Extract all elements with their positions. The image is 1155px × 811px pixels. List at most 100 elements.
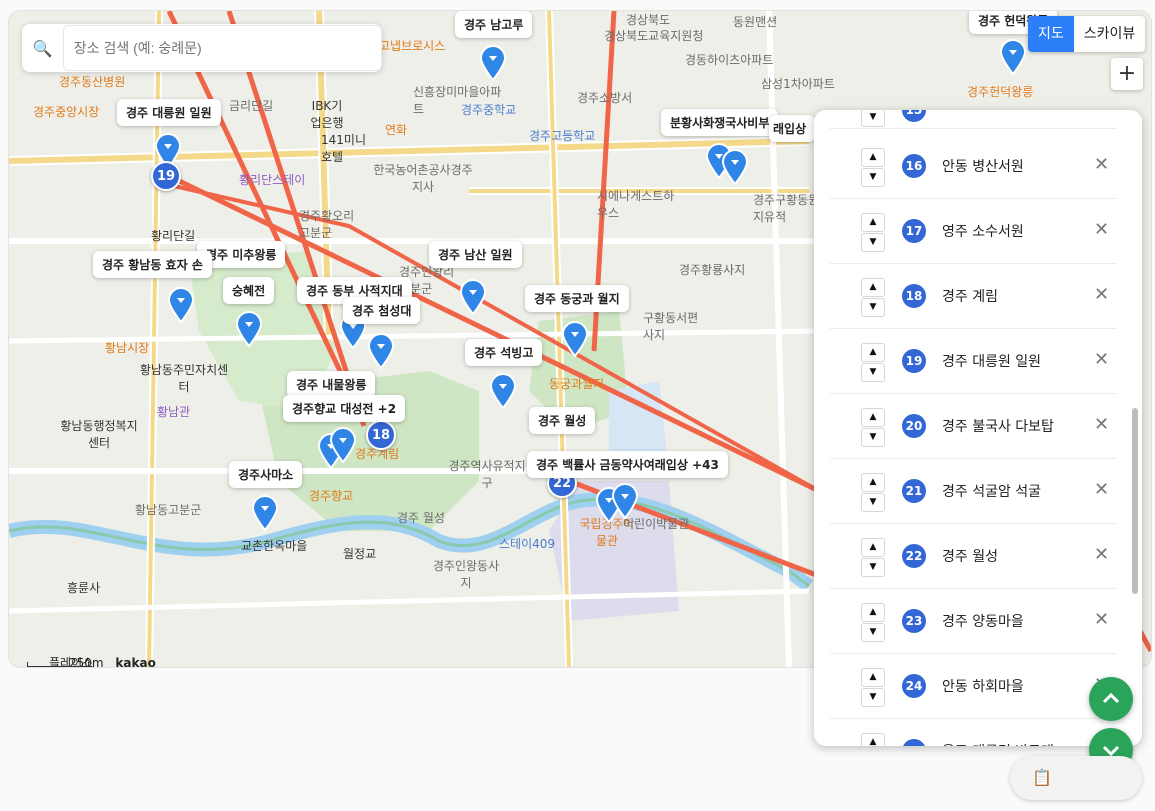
itinerary-place-name: 경주 불국사 다보탑 <box>942 419 1054 435</box>
place-callout[interactable]: 경주 첨성대 <box>343 297 421 324</box>
move-down-button[interactable]: ▼ <box>861 110 885 127</box>
remove-icon[interactable]: ✕ <box>1094 154 1109 175</box>
scale-bar <box>27 662 89 667</box>
itinerary-number: 19 <box>902 349 926 373</box>
itinerary-row: ▲ ▼ 16 안동 병산서원 ✕ <box>830 134 1116 199</box>
move-up-button[interactable]: ▲ <box>861 538 885 557</box>
place-callout[interactable]: 경주 황남동 효자 손 <box>93 251 212 278</box>
place-callout[interactable]: 경주 대릉원 일원 <box>117 99 221 126</box>
location-pin-icon[interactable] <box>235 311 263 347</box>
itinerary-number: 17 <box>902 219 926 243</box>
itinerary-place-name: 경주 계림 <box>942 289 998 305</box>
itinerary-row: ▲ ▼ 22 경주 월성 ✕ <box>830 524 1116 589</box>
remove-icon[interactable]: ✕ <box>1094 609 1109 630</box>
itinerary-number: 15 <box>902 110 926 122</box>
itinerary-number: 24 <box>902 674 926 698</box>
location-pin-icon[interactable] <box>329 427 357 463</box>
route-number-pin[interactable]: 18 <box>366 420 396 450</box>
location-pin-icon[interactable] <box>561 321 589 357</box>
zoom-in-button[interactable]: + <box>1111 58 1143 90</box>
itinerary-place-name: 경주 대릉원 일원 <box>942 354 1042 370</box>
itinerary-row: ▲ ▼ 21 경주 석굴암 석굴 ✕ <box>830 459 1116 524</box>
move-up-button[interactable]: ▲ <box>861 213 885 232</box>
place-callout[interactable]: 경주사마소 <box>229 461 303 488</box>
move-down-button[interactable]: ▼ <box>861 558 885 577</box>
place-callout[interactable]: 경주 동궁과 월지 <box>525 285 629 312</box>
remove-icon[interactable]: ✕ <box>1094 219 1109 240</box>
itinerary-row: ▲ ▼ 19 경주 대릉원 일원 ✕ <box>830 329 1116 394</box>
map-scale: 플레이스 250m kakao <box>27 654 156 668</box>
itinerary-number: 16 <box>902 154 926 178</box>
move-up-button[interactable]: ▲ <box>861 278 885 297</box>
move-up-button[interactable]: ▲ <box>861 343 885 362</box>
location-pin-icon[interactable] <box>721 149 749 185</box>
map-type-map-button[interactable]: 지도 <box>1028 16 1074 52</box>
remove-icon[interactable]: ✕ <box>1094 284 1109 305</box>
itinerary-number: 21 <box>902 479 926 503</box>
list-toggle-button[interactable]: 📋 <box>1010 756 1142 800</box>
search-icon[interactable]: 🔍 <box>22 39 63 58</box>
move-down-button[interactable]: ▼ <box>861 363 885 382</box>
move-down-button[interactable]: ▼ <box>861 233 885 252</box>
place-callout[interactable]: 래입상 <box>769 115 816 142</box>
move-down-button[interactable]: ▼ <box>861 623 885 642</box>
itinerary-place-name: 경주 석굴암 석굴 <box>942 484 1042 500</box>
location-pin-icon[interactable] <box>999 39 1027 75</box>
itinerary-row: ▲ ▼ 17 영주 소수서원 ✕ <box>830 199 1116 264</box>
clipboard-icon: 📋 <box>1032 768 1052 787</box>
route-number-pin[interactable]: 19 <box>151 161 181 191</box>
remove-icon[interactable]: ✕ <box>1094 349 1109 370</box>
move-up-button[interactable]: ▲ <box>861 148 885 167</box>
itinerary-row: ▲ ▼ 23 경주 양동마을 ✕ <box>830 589 1116 654</box>
itinerary-number: 20 <box>902 414 926 438</box>
place-callout[interactable]: 경주 석빙고 <box>465 339 543 366</box>
move-down-button[interactable]: ▼ <box>861 298 885 317</box>
location-pin-icon[interactable] <box>489 373 517 409</box>
itinerary-row: ▲▼24안동 하회마을✕ <box>830 654 1116 719</box>
remove-icon[interactable]: ✕ <box>1094 479 1109 500</box>
search-box: 🔍 <box>22 24 382 72</box>
move-up-button[interactable]: ▲ <box>861 473 885 492</box>
itinerary-number: 22 <box>902 544 926 568</box>
location-pin-icon[interactable] <box>479 45 507 81</box>
itinerary-row: ▼ 15 <box>830 110 1116 129</box>
place-callout[interactable]: 경주 남산 일원 <box>429 241 522 268</box>
move-down-button[interactable]: ▼ <box>861 493 885 512</box>
itinerary-place-name: 울주 대곡리 반구대 <box>942 741 1054 746</box>
place-callout[interactable]: 분황사화쟁국사비부 <box>661 109 779 136</box>
move-down-button[interactable]: ▼ <box>861 688 885 707</box>
location-pin-icon[interactable] <box>251 495 279 531</box>
place-callout[interactable]: 경주 내물왕릉 <box>287 371 376 398</box>
map-type-skyview-button[interactable]: 스카이뷰 <box>1074 16 1146 52</box>
move-up-button[interactable]: ▲ <box>861 733 885 746</box>
itinerary-number: 23 <box>902 609 926 633</box>
itinerary-place-name: 경주 양동마을 <box>942 614 1024 630</box>
place-callout[interactable]: 경주 월성 <box>529 407 596 434</box>
map-provider-logo: kakao <box>115 656 156 668</box>
scroll-up-button[interactable] <box>1089 677 1133 721</box>
move-down-button[interactable]: ▼ <box>861 168 885 187</box>
location-pin-icon[interactable] <box>167 287 195 323</box>
itinerary-row: ▲ ▼ 18 경주 계림 ✕ <box>830 264 1116 329</box>
place-callout[interactable]: 경주향교 대성전 +2 <box>283 395 406 422</box>
place-callout[interactable]: 경주 남고루 <box>455 11 533 38</box>
panel-scrollbar[interactable] <box>1132 408 1138 594</box>
move-down-button[interactable]: ▼ <box>861 428 885 447</box>
search-input[interactable] <box>62 25 382 71</box>
remove-icon[interactable]: ✕ <box>1094 414 1109 435</box>
place-callout[interactable]: 경주 백률사 금동약사여래입상 +43 <box>527 451 728 478</box>
location-pin-icon[interactable] <box>367 333 395 369</box>
itinerary-place-name: 안동 하회마을 <box>942 679 1024 695</box>
itinerary-number: 25 <box>902 739 926 746</box>
move-up-button[interactable]: ▲ <box>861 408 885 427</box>
itinerary-row: ▲▼25울주 대곡리 반구대✕ <box>830 719 1116 746</box>
place-callout[interactable]: 숭혜전 <box>223 277 275 304</box>
remove-icon[interactable]: ✕ <box>1094 544 1109 565</box>
itinerary-number: 18 <box>902 284 926 308</box>
chevron-up-icon <box>1102 692 1120 704</box>
location-pin-icon[interactable] <box>611 483 639 519</box>
itinerary-panel: ▼ 15 ▲ ▼ 16 안동 병산서원 ✕ ▲ ▼ 17 영주 소수서원 ✕ ▲ ▼ 18 경주 계림 ✕ ▲… <box>814 110 1142 746</box>
location-pin-icon[interactable] <box>459 279 487 315</box>
move-up-button[interactable]: ▲ <box>861 668 885 687</box>
move-up-button[interactable]: ▲ <box>861 603 885 622</box>
